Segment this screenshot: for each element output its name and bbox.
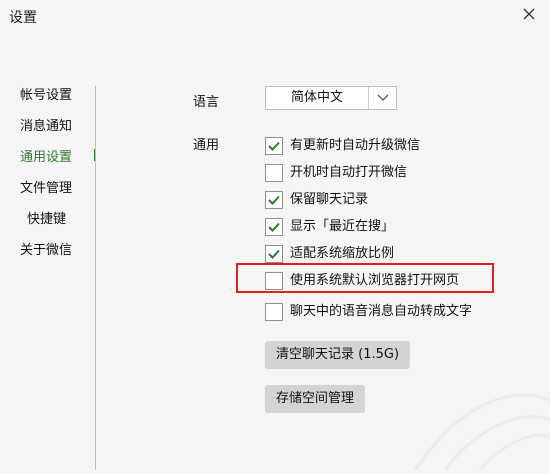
highlight-box <box>236 263 494 293</box>
sidebar-item-about[interactable]: 关于微信 <box>20 239 72 258</box>
select-separator <box>368 87 369 109</box>
general-label: 通用 <box>193 138 220 153</box>
language-select[interactable]: 简体中文 <box>265 86 397 110</box>
storage-management-button[interactable]: 存储空间管理 <box>265 385 366 413</box>
option-label: 有更新时自动升级微信 <box>290 138 421 153</box>
checkbox[interactable] <box>265 303 283 321</box>
language-label: 语言 <box>193 95 220 110</box>
option-label: 适配系统缩放比例 <box>290 246 395 261</box>
sidebar-item-account[interactable]: 帐号设置 <box>20 84 72 103</box>
checkbox[interactable] <box>265 218 283 236</box>
watermark-graphic <box>395 372 550 471</box>
checkmark-icon <box>268 222 280 232</box>
checkbox[interactable] <box>265 137 283 155</box>
checkmark-icon <box>268 249 280 259</box>
language-select-value: 简体中文 <box>290 90 343 105</box>
sidebar-item-general[interactable]: 通用设置 <box>20 146 72 165</box>
option-label: 显示「最近在搜」 <box>290 219 395 234</box>
option-label: 聊天中的语音消息自动转成文字 <box>290 304 473 319</box>
checkmark-icon <box>268 195 280 205</box>
chevron-down-icon[interactable] <box>374 90 392 106</box>
sidebar-divider <box>95 86 96 470</box>
option-label: 开机时自动打开微信 <box>290 165 408 180</box>
checkbox[interactable] <box>265 191 283 209</box>
sidebar-item-shortcuts[interactable]: 快捷键 <box>27 208 66 227</box>
sidebar-item-files[interactable]: 文件管理 <box>20 177 72 196</box>
checkbox[interactable] <box>265 164 283 182</box>
sidebar-item-notifications[interactable]: 消息通知 <box>20 115 72 134</box>
option-label: 保留聊天记录 <box>290 192 369 207</box>
window-title: 设置 <box>9 10 37 26</box>
clear-history-button[interactable]: 清空聊天记录 (1.5G) <box>265 341 411 369</box>
close-icon[interactable] <box>521 6 537 22</box>
checkmark-icon <box>268 141 280 151</box>
checkbox[interactable] <box>265 245 283 263</box>
